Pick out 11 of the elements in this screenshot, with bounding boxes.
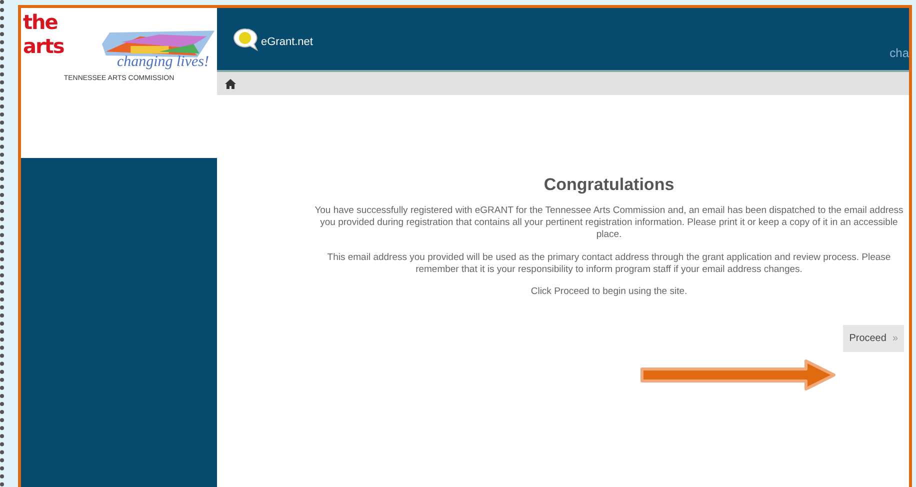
proceed-button[interactable]: Proceed » <box>843 325 904 352</box>
message-paragraph: Click Proceed to begin using the site. <box>530 286 688 298</box>
site-name: eGrant.net <box>261 36 313 48</box>
logo-brand: the arts <box>23 10 65 58</box>
logo-tagline: changing lives! <box>116 54 209 71</box>
message-paragraph: This email address you provided will be used as the primary contact address through the grant application and review process. Please remember that it is your responsibility to inform program staff if your email address changes. <box>326 252 892 276</box>
page-title: Congratulations <box>544 175 674 195</box>
user-name: cha <box>890 46 909 60</box>
message-paragraph: You have successfully registered with eGRANT for the Tennessee Arts Commission and, an email has been dispatched to the email address you provided during registration that contains all your pertinent registration information. Please print it or keep a copy of it in an accessible place. <box>314 205 904 241</box>
speech-bubble-icon <box>233 27 259 51</box>
home-icon[interactable] <box>225 78 236 88</box>
